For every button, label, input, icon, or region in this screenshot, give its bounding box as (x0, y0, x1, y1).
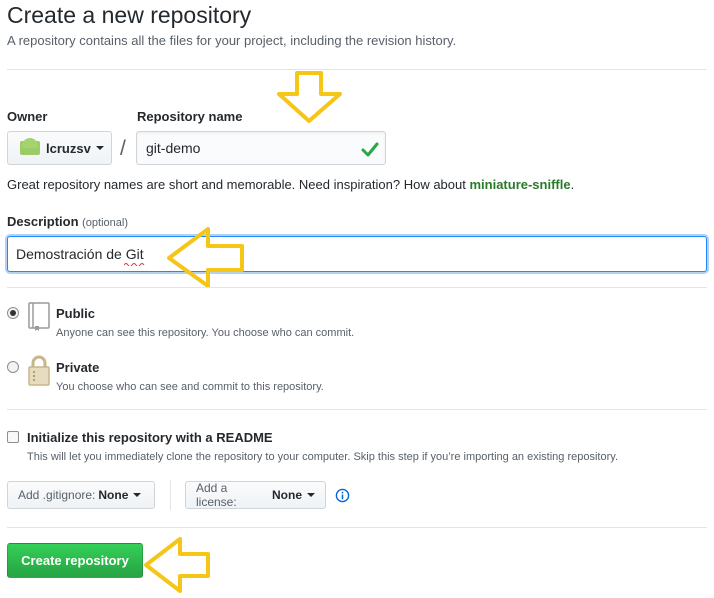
arrow-annotation-left (144, 537, 210, 593)
description-label-text: Description (7, 214, 79, 229)
private-radio[interactable] (7, 361, 19, 373)
license-value: None (272, 488, 302, 502)
public-radio[interactable] (7, 307, 19, 319)
divider (7, 287, 707, 288)
public-title: Public (56, 306, 96, 321)
description-label: Description (optional) (7, 214, 128, 229)
repo-book-icon (28, 302, 50, 331)
page-subtitle: A repository contains all the files for … (7, 33, 457, 48)
license-select[interactable]: Add a license: None (185, 481, 326, 509)
divider (7, 527, 707, 528)
owner-value: lcruzsv (46, 140, 91, 156)
owner-label: Owner (7, 109, 48, 124)
gitignore-label: Add .gitignore: (18, 488, 96, 502)
owner-repo-separator: / (120, 137, 126, 160)
license-label: Add a license: (196, 481, 237, 509)
select-divider (170, 480, 171, 510)
repo-name-hint: Great repository names are short and mem… (7, 177, 574, 192)
repo-name-label: Repository name (137, 109, 243, 124)
owner-select[interactable]: lcruzsv (7, 131, 112, 165)
private-desc: You choose who can see and commit to thi… (56, 381, 324, 393)
hint-text: Great repository names are short and mem… (7, 177, 470, 192)
check-icon (361, 142, 379, 157)
spellcheck-underline (124, 263, 145, 266)
arrow-annotation-down (277, 71, 342, 123)
caret-down-icon (307, 493, 315, 497)
caret-down-icon (95, 146, 104, 150)
optional-note: (optional) (82, 217, 128, 229)
divider (7, 409, 707, 410)
public-desc: Anyone can see this repository. You choo… (56, 327, 355, 339)
private-title: Private (56, 360, 100, 375)
gitignore-value: None (98, 488, 129, 502)
readme-desc: This will let you immediately clone the … (27, 451, 618, 463)
gitignore-select[interactable]: Add .gitignore: None (7, 481, 155, 509)
create-repository-button[interactable]: Create repository (7, 543, 143, 578)
page-title: Create a new repository (7, 2, 252, 28)
caret-down-icon (133, 493, 142, 497)
owner-avatar-icon (20, 138, 40, 155)
info-icon[interactable] (335, 488, 350, 503)
readme-checkbox[interactable] (7, 431, 19, 443)
arrow-annotation-left (167, 227, 244, 288)
divider (7, 69, 707, 70)
description-input[interactable] (7, 236, 707, 272)
lock-icon (28, 355, 50, 386)
repo-name-input[interactable] (136, 131, 386, 165)
readme-title: Initialize this repository with a README (27, 430, 273, 445)
suggested-name-link[interactable]: miniature-sniffle (469, 177, 570, 192)
hint-suffix: . (570, 177, 575, 192)
